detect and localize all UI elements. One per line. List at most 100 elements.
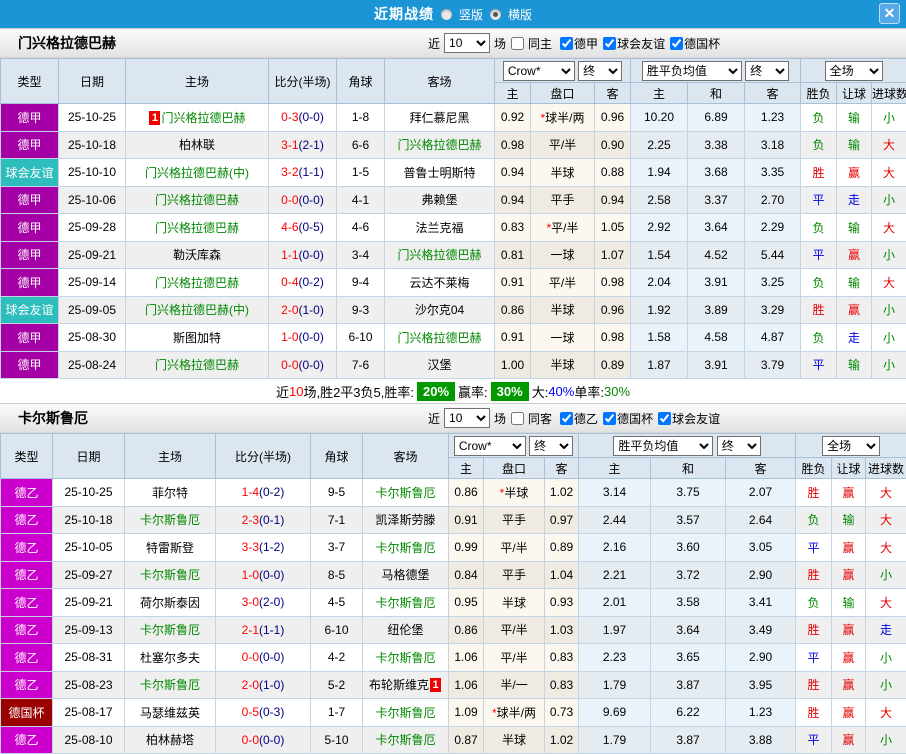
euro-away-odds: 3.95 — [726, 671, 796, 699]
same-venue-label[interactable]: 同主 — [528, 35, 552, 52]
score-cell: 0-0(0-0) — [216, 726, 311, 754]
league-label-2[interactable]: 球会友谊 — [672, 410, 720, 427]
euro-draw-odds: 3.57 — [651, 506, 726, 534]
away-team-name: 门兴格拉德巴赫 — [397, 138, 481, 152]
home-team-cell: 马瑟维兹英 — [125, 699, 216, 727]
match-date: 25-08-30 — [59, 324, 126, 352]
handicap-result: 赢 — [832, 561, 866, 589]
league-checkbox-1[interactable] — [603, 412, 616, 425]
league-checkbox-2[interactable] — [658, 412, 671, 425]
bookmaker-select[interactable]: Crow* — [454, 436, 526, 456]
final-select[interactable]: 终 — [529, 436, 573, 456]
home-team-name: 门兴格拉德巴赫(中) — [145, 303, 249, 317]
goals-result: 走 — [866, 616, 906, 644]
away-team-name: 卡尔斯鲁厄 — [375, 596, 435, 610]
corners-cell: 9-5 — [311, 479, 363, 507]
home-team-cell: 特雷斯登 — [125, 534, 216, 562]
home-team-name: 菲尔特 — [152, 486, 188, 500]
asian-home-odds: 0.94 — [495, 159, 531, 187]
score-cell: 3-3(1-2) — [216, 534, 311, 562]
league-label-2[interactable]: 德国杯 — [684, 35, 720, 52]
final-select[interactable]: 终 — [578, 61, 622, 81]
half-time-score: (0-0) — [259, 568, 284, 582]
layout-horizontal-radio[interactable] — [490, 9, 501, 20]
league-type-badge: 德乙 — [1, 589, 53, 617]
recent-count-select[interactable]: 10 — [444, 408, 490, 428]
asian-handicap: 半球 — [531, 159, 595, 187]
same-venue-label[interactable]: 同客 — [528, 410, 552, 427]
asian-away-odds: 0.94 — [595, 186, 631, 214]
half-time-score: (1-1) — [259, 623, 284, 637]
euro-away-odds: 2.90 — [726, 644, 796, 672]
col-asian-handicap: 盘口 — [484, 458, 545, 479]
col-corner: 角球 — [337, 59, 385, 104]
section-header-karlsruher: 卡尔斯鲁厄 近 10 场 同客 德乙 德国杯 球会友谊 — [0, 403, 906, 433]
away-team-cell: 卡尔斯鲁厄 — [363, 644, 449, 672]
match-date: 25-09-14 — [59, 269, 126, 297]
layout-horizontal-label[interactable]: 横版 — [508, 6, 532, 23]
league-label-1[interactable]: 德国杯 — [617, 410, 653, 427]
wdl-result: 负 — [801, 131, 837, 159]
corners-cell: 6-10 — [311, 616, 363, 644]
final-select-2[interactable]: 终 — [717, 436, 761, 456]
col-result-handicap: 让球 — [832, 458, 866, 479]
euro-home-odds: 1.92 — [631, 296, 688, 324]
full-match-select[interactable]: 全场 — [825, 61, 883, 81]
euro-away-odds: 4.87 — [745, 324, 801, 352]
col-date: 日期 — [53, 434, 125, 479]
cover-rate-label: 赢率: — [458, 382, 488, 401]
wdl-avg-select[interactable]: 胜平负均值 — [642, 61, 742, 81]
corners-cell: 7-1 — [311, 506, 363, 534]
league-checkbox-1[interactable] — [603, 37, 616, 50]
match-row: 德乙25-09-13卡尔斯鲁厄2-1(1-1)6-10纽伦堡0.86平/半1.0… — [1, 616, 906, 644]
league-label-1[interactable]: 球会友谊 — [617, 35, 665, 52]
league-checkbox-0[interactable] — [560, 37, 573, 50]
league-checkbox-0[interactable] — [560, 412, 573, 425]
home-team-name: 杜塞尔多夫 — [140, 651, 200, 665]
close-icon[interactable]: ✕ — [879, 3, 900, 24]
goals-result: 大 — [872, 214, 906, 242]
match-date: 25-09-13 — [53, 616, 125, 644]
title-bar: 近期战绩 竖版 横版 ✕ — [0, 0, 906, 28]
away-team-name: 门兴格拉德巴赫 — [397, 248, 481, 262]
euro-home-odds: 1.97 — [579, 616, 651, 644]
final-select-2[interactable]: 终 — [745, 61, 789, 81]
same-venue-checkbox[interactable] — [511, 412, 524, 425]
bookmaker-select[interactable]: Crow* — [503, 61, 575, 81]
asian-handicap: 平/半 — [484, 644, 545, 672]
euro-home-odds: 2.21 — [579, 561, 651, 589]
full-match-select[interactable]: 全场 — [822, 436, 880, 456]
recent-count-select[interactable]: 10 — [444, 33, 490, 53]
score-cell: 0-4(0-2) — [269, 269, 337, 297]
match-row: 德甲25-10-06门兴格拉德巴赫0-0(0-0)4-1弗赖堡0.94平手0.9… — [1, 186, 906, 214]
games-label: 场 — [494, 35, 506, 52]
half-time-score: (0-0) — [299, 248, 324, 262]
euro-home-odds: 3.14 — [579, 479, 651, 507]
layout-vertical-radio[interactable] — [441, 9, 452, 20]
euro-draw-odds: 3.64 — [688, 214, 745, 242]
summary-prefix: 近 — [276, 382, 289, 401]
match-row: 德甲25-09-14门兴格拉德巴赫0-4(0-2)9-4云达不莱梅0.91平/半… — [1, 269, 906, 297]
euro-draw-odds: 3.89 — [688, 296, 745, 324]
wdl-avg-select[interactable]: 胜平负均值 — [613, 436, 713, 456]
matches-table-gladbach: 类型 日期 主场 比分(半场) 角球 客场 Crow* 终 胜平负均值 终 全场… — [0, 58, 906, 379]
league-label-0[interactable]: 德甲 — [574, 35, 598, 52]
home-team-name: 柏林联 — [179, 138, 215, 152]
col-euro-away: 客 — [726, 458, 796, 479]
away-team-name: 拜仁慕尼黑 — [409, 111, 469, 125]
home-team-name: 门兴格拉德巴赫(中) — [145, 166, 249, 180]
asian-home-odds: 0.99 — [449, 534, 484, 562]
wdl-result: 负 — [796, 506, 832, 534]
asian-away-odds: 1.05 — [595, 214, 631, 242]
league-label-0[interactable]: 德乙 — [574, 410, 598, 427]
goals-result: 大 — [866, 589, 906, 617]
goals-result: 大 — [872, 159, 906, 187]
goals-result: 小 — [872, 296, 906, 324]
same-venue-checkbox[interactable] — [511, 37, 524, 50]
layout-vertical-label[interactable]: 竖版 — [459, 6, 483, 23]
handicap-result: 走 — [837, 324, 872, 352]
half-time-score: (0-1) — [259, 513, 284, 527]
match-date: 25-10-06 — [59, 186, 126, 214]
handicap-result: 赢 — [832, 699, 866, 727]
league-checkbox-2[interactable] — [670, 37, 683, 50]
